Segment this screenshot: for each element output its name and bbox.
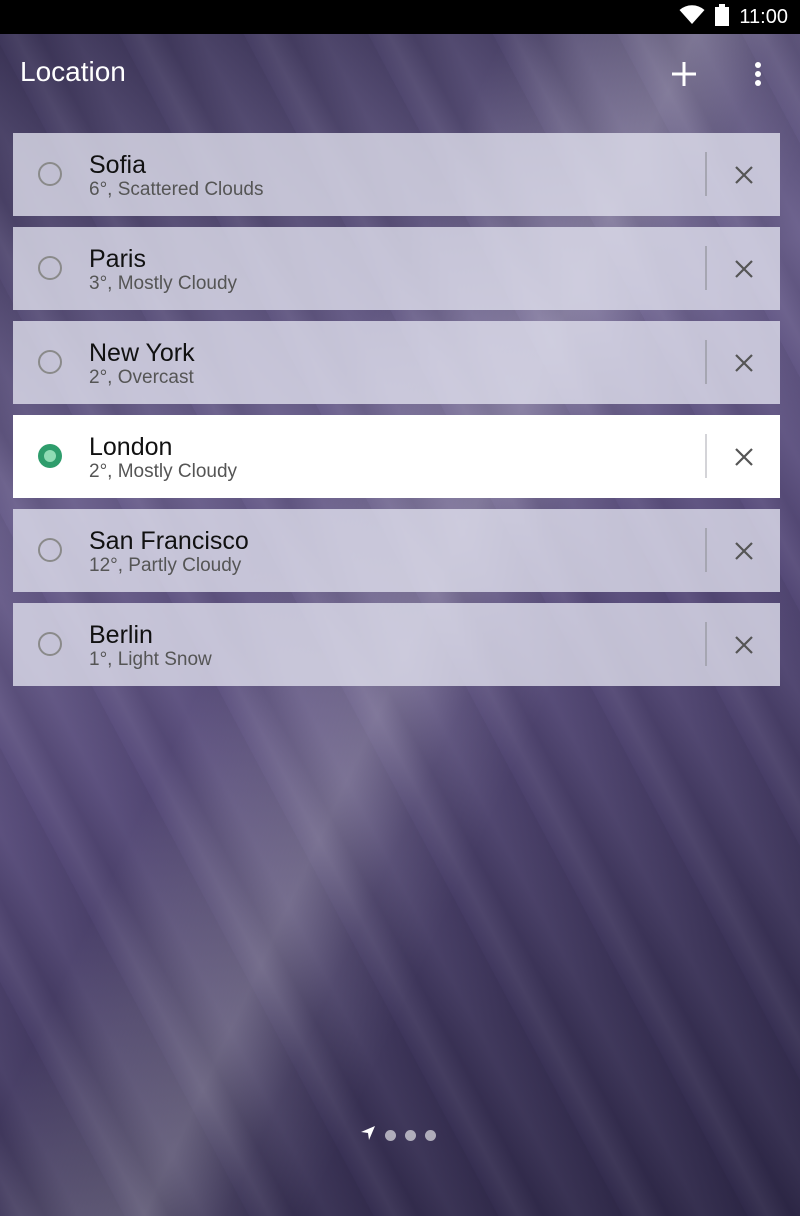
add-location-button[interactable]: [664, 56, 704, 96]
weather-summary: 12°, Partly Cloudy: [89, 555, 242, 576]
city-name: Sofia: [89, 151, 146, 179]
location-radio[interactable]: [38, 162, 62, 186]
close-icon: [735, 260, 753, 278]
weather-summary: 2°, Mostly Cloudy: [89, 461, 238, 482]
page-title: Location: [20, 56, 126, 87]
location-row[interactable]: Berlin 1°, Light Snow: [13, 603, 780, 686]
remove-location-button[interactable]: [729, 442, 759, 472]
location-arrow-icon[interactable]: [360, 1125, 376, 1146]
divider: [705, 528, 707, 572]
divider: [705, 340, 707, 384]
weather-summary: 1°, Light Snow: [89, 649, 212, 670]
location-radio-selected[interactable]: [38, 444, 62, 468]
remove-location-button[interactable]: [729, 536, 759, 566]
battery-icon: [715, 3, 730, 31]
divider: [705, 152, 707, 196]
city-name: London: [89, 433, 173, 461]
overflow-menu-button[interactable]: [740, 56, 776, 96]
location-row-selected[interactable]: London 2°, Mostly Cloudy: [13, 415, 780, 498]
add-icon: [671, 61, 697, 92]
page-dot[interactable]: [405, 1129, 416, 1141]
close-icon: [735, 448, 753, 466]
divider: [705, 434, 707, 478]
close-icon: [735, 166, 753, 184]
location-radio[interactable]: [38, 632, 62, 656]
location-radio[interactable]: [38, 256, 62, 280]
remove-location-button[interactable]: [729, 630, 759, 660]
location-list: Sofia 6°, Scattered Clouds Paris 3°, Mos…: [13, 133, 780, 697]
page-indicator: [360, 1125, 436, 1145]
location-radio[interactable]: [38, 538, 62, 562]
page-dot[interactable]: [425, 1129, 436, 1141]
weather-summary: 6°, Scattered Clouds: [89, 179, 264, 200]
status-time: 11:00: [739, 5, 788, 28]
close-icon: [735, 354, 753, 372]
city-name: San Francisco: [89, 527, 249, 555]
app-bar: Location: [0, 34, 800, 114]
close-icon: [735, 636, 753, 654]
status-bar: 11:00: [0, 0, 800, 34]
remove-location-button[interactable]: [729, 160, 759, 190]
location-row[interactable]: Paris 3°, Mostly Cloudy: [13, 227, 780, 310]
location-row[interactable]: San Francisco 12°, Partly Cloudy: [13, 509, 780, 592]
location-radio[interactable]: [38, 350, 62, 374]
city-name: New York: [89, 339, 195, 367]
city-name: Berlin: [89, 621, 153, 649]
overflow-menu-icon: [754, 61, 762, 92]
divider: [705, 622, 707, 666]
city-name: Paris: [89, 245, 146, 273]
remove-location-button[interactable]: [729, 254, 759, 284]
location-row[interactable]: Sofia 6°, Scattered Clouds: [13, 133, 780, 216]
page-dot[interactable]: [385, 1129, 396, 1141]
close-icon: [735, 542, 753, 560]
remove-location-button[interactable]: [729, 348, 759, 378]
weather-summary: 2°, Overcast: [89, 367, 194, 388]
weather-summary: 3°, Mostly Cloudy: [89, 273, 238, 294]
wifi-icon: [679, 4, 705, 30]
divider: [705, 246, 707, 290]
location-row[interactable]: New York 2°, Overcast: [13, 321, 780, 404]
